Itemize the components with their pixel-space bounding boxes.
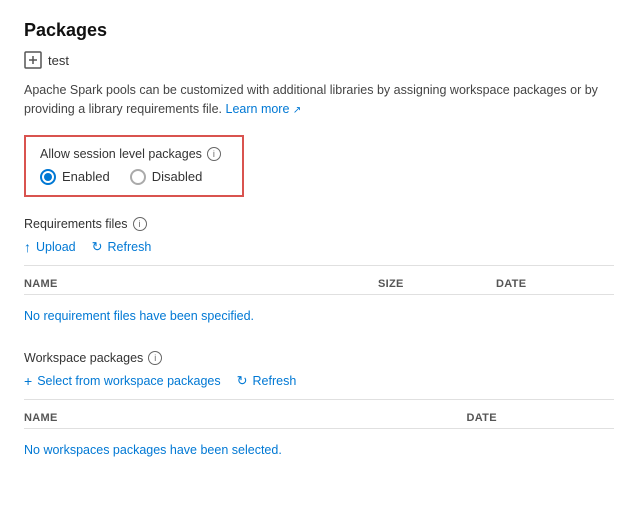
requirements-info-icon[interactable]: i <box>133 217 147 231</box>
upload-icon: ↑ <box>24 239 31 255</box>
plus-icon: + <box>24 373 32 389</box>
session-level-radio-group: Enabled Disabled <box>40 169 228 185</box>
req-date-col: DATE <box>496 278 614 290</box>
disabled-label: Disabled <box>152 169 203 184</box>
workspace-divider <box>24 399 614 400</box>
description-text: Apache Spark pools can be customized wit… <box>24 81 614 119</box>
disabled-radio-circle <box>130 169 146 185</box>
requirements-refresh-icon: ↻ <box>92 239 103 255</box>
workspace-refresh-button[interactable]: ↻ Refresh <box>237 373 297 389</box>
workspace-table-header: NAME DATE <box>24 408 614 429</box>
workspace-empty-message: No workspaces packages have been selecte… <box>24 435 614 465</box>
external-link-icon: ↗ <box>293 105 301 116</box>
session-level-box: Allow session level packages i Enabled D… <box>24 135 244 197</box>
requirements-refresh-label: Refresh <box>108 240 152 254</box>
test-name: test <box>48 53 69 68</box>
requirements-divider <box>24 265 614 266</box>
req-name-col: NAME <box>24 278 378 290</box>
requirements-toolbar: ↑ Upload ↻ Refresh <box>24 239 614 255</box>
select-workspace-packages-button[interactable]: + Select from workspace packages <box>24 373 221 389</box>
requirements-files-label: Requirements files i <box>24 217 614 231</box>
upload-label: Upload <box>36 240 76 254</box>
test-label-row: test <box>24 51 614 69</box>
workspace-packages-section: Workspace packages i + Select from works… <box>24 351 614 465</box>
ws-date-col: DATE <box>467 412 615 424</box>
session-level-label: Allow session level packages i <box>40 147 228 161</box>
page-title: Packages <box>24 20 614 41</box>
enabled-radio[interactable]: Enabled <box>40 169 110 185</box>
workspace-refresh-icon: ↻ <box>237 373 248 389</box>
workspace-refresh-label: Refresh <box>253 374 297 388</box>
requirements-refresh-button[interactable]: ↻ Refresh <box>92 239 152 255</box>
req-size-col: SIZE <box>378 278 496 290</box>
disabled-radio[interactable]: Disabled <box>130 169 203 185</box>
enabled-label: Enabled <box>62 169 110 184</box>
resource-icon <box>24 51 42 69</box>
workspace-info-icon[interactable]: i <box>148 351 162 365</box>
learn-more-link[interactable]: Learn more <box>226 102 290 116</box>
requirements-files-section: Requirements files i ↑ Upload ↻ Refresh … <box>24 217 614 331</box>
ws-name-col: NAME <box>24 412 467 424</box>
workspace-packages-label: Workspace packages i <box>24 351 614 365</box>
requirements-table-header: NAME SIZE DATE <box>24 274 614 295</box>
requirements-empty-message: No requirement files have been specified… <box>24 301 614 331</box>
upload-button[interactable]: ↑ Upload <box>24 239 76 255</box>
session-level-info-icon[interactable]: i <box>207 147 221 161</box>
select-label: Select from workspace packages <box>37 374 220 388</box>
enabled-radio-circle <box>40 169 56 185</box>
workspace-toolbar: + Select from workspace packages ↻ Refre… <box>24 373 614 389</box>
